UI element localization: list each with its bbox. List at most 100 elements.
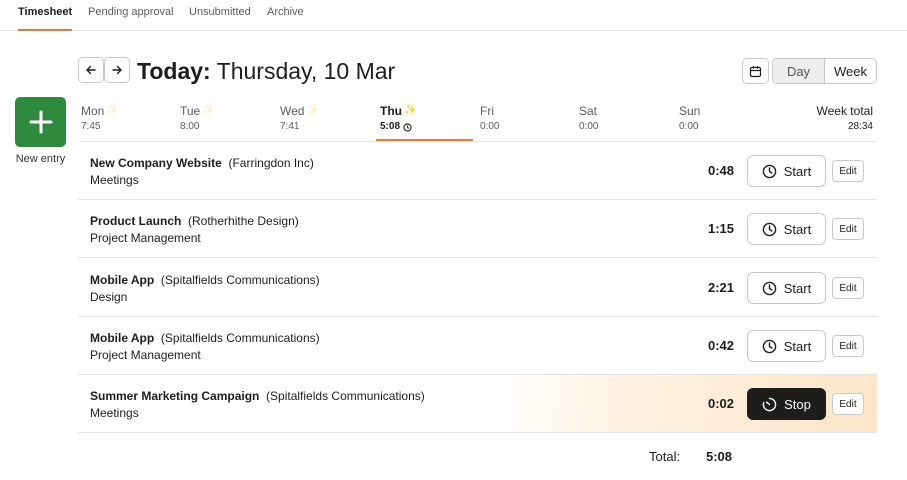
next-day-button[interactable] [104,57,130,83]
day-name: Sun [679,104,701,118]
task-name: Meetings [90,406,139,420]
previous-day-button[interactable] [78,57,104,83]
entry-duration: 0:02 [707,396,734,411]
edit-entry-button[interactable]: Edit [832,218,864,240]
entry-project: Product Launch (Rotherhithe Design) [90,214,299,229]
client-name: (Spitalfields Communications) [160,331,320,345]
clock-icon [762,339,777,353]
client-name: (Spitalfields Communications) [160,273,320,287]
tab-pending-approval[interactable]: Pending approval [88,6,174,31]
total-value: 5:08 [706,449,733,464]
party-popper-icon: ✨ [202,105,215,116]
entry-project: New Company Website (Farringdon Inc) [90,156,314,171]
time-entry-row: Mobile App (Spitalfields Communications)… [78,317,877,375]
edit-entry-button[interactable]: Edit [832,335,864,357]
day-time: 7:41 [280,121,300,132]
time-entry-row: New Company Website (Farringdon Inc) Mee… [78,142,877,200]
view-toggle: Day Week [772,58,877,84]
running-clock-icon [762,397,777,411]
party-popper-icon: ✨ [306,105,319,116]
time-entry-row: Mobile App (Spitalfields Communications)… [78,259,877,317]
week-total: Week total 28:34 [817,104,873,133]
time-entry-row: Product Launch (Rotherhithe Design) Proj… [78,200,877,258]
party-popper-icon: ✨ [106,105,119,116]
day-tab-sat[interactable]: Sat 0:00 [579,104,598,141]
project-name: New Company Website [90,156,222,170]
entry-project: Mobile App (Spitalfields Communications) [90,331,320,346]
calendar-button[interactable] [742,58,769,84]
calendar-icon [749,65,762,77]
client-name: (Farringdon Inc) [228,156,314,170]
task-name: Project Management [90,231,201,245]
view-week-button[interactable]: Week [825,59,876,83]
day-time: 0:00 [579,121,599,132]
page-title-today: Today: [137,58,211,84]
page-title-date: Thursday, 10 Mar [210,58,396,84]
entry-project: Mobile App (Spitalfields Communications) [90,273,320,288]
new-entry-button[interactable] [15,97,66,147]
entry-duration: 2:21 [707,280,734,295]
start-label: Start [783,221,812,237]
plus-icon [29,110,52,134]
task-name: Design [90,290,128,304]
entry-duration: 0:42 [707,338,734,353]
project-name: Mobile App [90,273,155,287]
start-label: Start [783,280,812,296]
day-tab-tue[interactable]: Tue ✨ 8:00 [180,104,215,141]
day-time: 8:00 [180,121,200,132]
week-total-label: Week total [816,104,873,118]
task-name: Meetings [90,173,139,187]
clock-icon [762,281,777,295]
total-label: Total: [649,449,681,464]
day-name: Fri [480,104,494,118]
view-day-button[interactable]: Day [773,59,825,83]
start-timer-button[interactable]: Start [747,272,826,304]
edit-entry-button[interactable]: Edit [832,393,864,415]
task-name: Project Management [90,348,201,362]
time-entry-row-running: Summer Marketing Campaign (Spitalfields … [78,375,877,433]
tab-archive[interactable]: Archive [267,6,304,31]
project-name: Product Launch [90,214,182,228]
day-name: Wed [280,104,305,118]
day-name: Mon [81,104,105,118]
clock-icon [762,222,777,236]
stop-timer-button[interactable]: Stop [747,388,826,420]
project-name: Summer Marketing Campaign [90,389,260,403]
start-label: Start [783,338,812,354]
client-name: (Rotherhithe Design) [188,214,299,228]
day-tab-thu[interactable]: Thu ✨ 5:08 [380,104,416,141]
day-tab-fri[interactable]: Fri 0:00 [480,104,499,141]
clock-icon [762,164,777,178]
day-tab-sun[interactable]: Sun 0:00 [679,104,700,141]
edit-entry-button[interactable]: Edit [832,160,864,182]
tab-timesheet[interactable]: Timesheet [18,6,73,31]
party-popper-icon: ✨ [404,105,417,116]
day-time: 5:08 [380,121,401,132]
top-tab-bar: Timesheet Pending approval Unsubmitted A… [0,0,907,31]
day-time: 0:00 [480,121,500,132]
entry-duration: 1:15 [707,221,734,236]
start-timer-button[interactable]: Start [747,213,826,245]
new-entry-label: New entry [15,153,66,165]
start-timer-button[interactable]: Start [747,330,826,362]
week-total-value: 28:34 [847,121,873,132]
day-tab-wed[interactable]: Wed ✨ 7:41 [280,104,319,141]
day-tab-mon[interactable]: Mon ✨ 7:45 [81,104,119,141]
clock-icon [403,122,412,132]
edit-entry-button[interactable]: Edit [832,277,864,299]
stop-label: Stop [784,396,811,412]
day-name: Tue [180,104,201,118]
arrow-left-icon [86,65,96,75]
start-label: Start [783,163,812,179]
project-name: Mobile App [90,331,155,345]
entry-project: Summer Marketing Campaign (Spitalfields … [90,389,425,404]
day-name: Thu [380,104,402,118]
day-time: 0:00 [679,121,699,132]
tab-unsubmitted[interactable]: Unsubmitted [189,6,251,31]
client-name: (Spitalfields Communications) [266,389,425,403]
entry-duration: 0:48 [707,163,734,178]
day-name: Sat [579,104,598,118]
start-timer-button[interactable]: Start [747,155,826,187]
page-title: Today: Thursday, 10 Mar [137,57,395,85]
day-time: 7:45 [81,121,101,132]
